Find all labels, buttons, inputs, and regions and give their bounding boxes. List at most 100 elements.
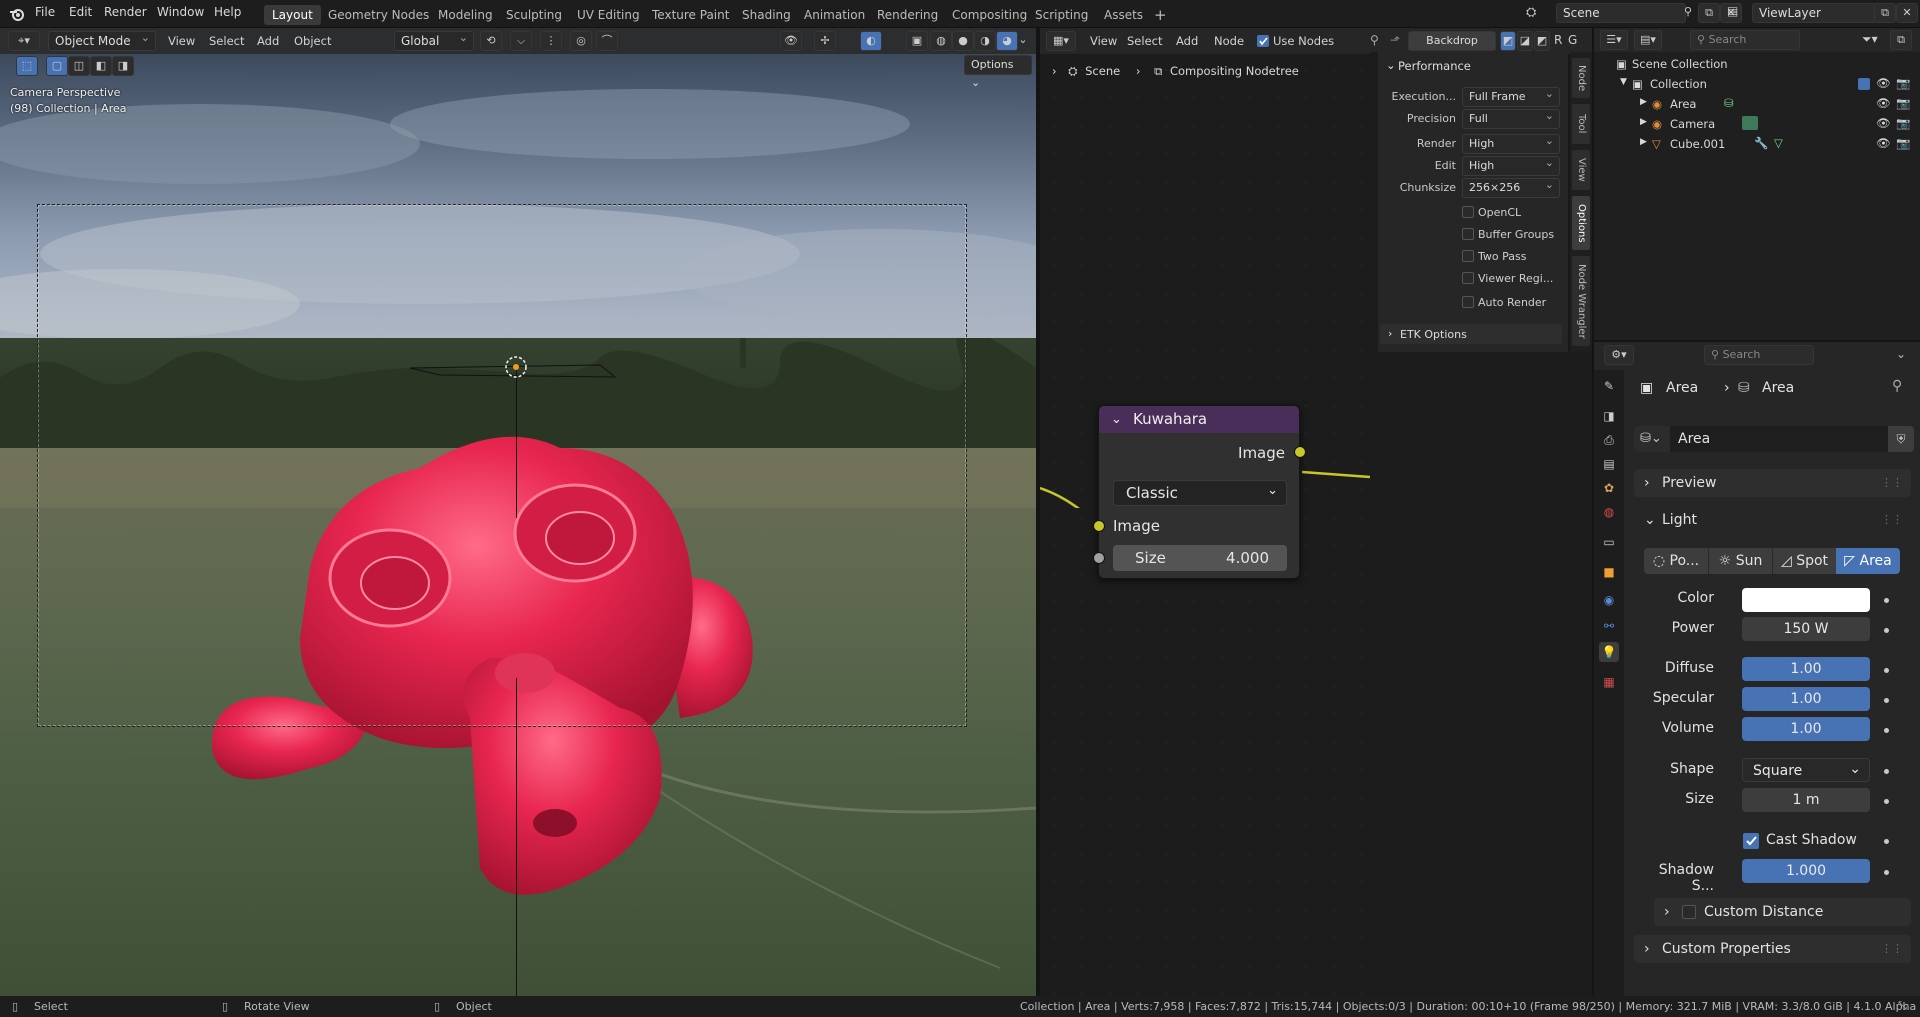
sidebar-tab-node-wrangler[interactable]: Node Wrangler — [1572, 256, 1590, 346]
select-new-icon[interactable]: ▢ — [46, 56, 68, 76]
node-collapse-chevron-icon[interactable]: ⌄ — [1111, 406, 1122, 433]
parent-node-tree-icon[interactable]: ⬏ — [1390, 33, 1400, 47]
keyframe-dot-icon[interactable] — [1884, 769, 1889, 774]
expand-icon[interactable]: ▶ — [1640, 97, 1647, 107]
expand-icon[interactable]: ▼ — [1620, 77, 1627, 87]
backdrop-toggle[interactable]: Backdrop — [1408, 31, 1496, 51]
keyframe-dot-icon[interactable] — [1884, 799, 1889, 804]
eye-icon[interactable]: 👁 — [1876, 76, 1891, 90]
outliner-row-collection[interactable]: ▼ ▣ Collection 👁 📷 — [1594, 74, 1920, 94]
camera-render-icon[interactable]: 📷 — [1896, 136, 1910, 150]
performance-panel-header[interactable]: ⌄ Performance — [1378, 56, 1564, 76]
pin-icon[interactable]: ⚲ — [1892, 378, 1902, 394]
cast-shadow-checkbox[interactable] — [1743, 833, 1759, 849]
output-image-socket[interactable] — [1294, 446, 1306, 458]
filter-icon[interactable]: ⏷▾ — [1862, 32, 1878, 47]
menu-render[interactable]: Render — [104, 5, 147, 19]
camera-data-icon[interactable] — [1742, 116, 1758, 130]
select-subtract-icon[interactable]: ◧ — [90, 56, 112, 76]
keyframe-dot-icon[interactable] — [1884, 628, 1889, 633]
tab-sculpting[interactable]: Sculpting — [498, 5, 570, 25]
light-data-tab-icon[interactable]: 💡 — [1599, 642, 1619, 662]
world-tab-icon[interactable]: ◍ — [1599, 502, 1619, 522]
scene-icon[interactable]: ⛭ — [1526, 5, 1536, 20]
opencl-checkbox[interactable] — [1462, 206, 1474, 218]
select-box-tool-icon[interactable]: ⬚ — [16, 56, 38, 76]
visibility-icon[interactable]: 👁 — [780, 31, 802, 51]
physics-tab-icon[interactable]: ◉ — [1599, 590, 1619, 610]
outliner-row-cube[interactable]: ▶ ▽ Cube.001 🔧 ▽ 👁 📷 — [1594, 134, 1920, 154]
view-layer-icon[interactable]: ▤ — [1727, 4, 1738, 18]
gizmo-icon[interactable]: ✢ — [814, 31, 836, 51]
outliner-search-input[interactable]: ⚲ Search — [1690, 30, 1800, 50]
wireframe-shading-icon[interactable]: ◍ — [930, 31, 952, 51]
output-tab-icon[interactable]: ⎙ — [1599, 430, 1619, 450]
xray-icon[interactable]: ▣ — [906, 31, 928, 51]
custom-properties-section-header[interactable]: › Custom Properties ⋮⋮ — [1634, 935, 1911, 963]
scene-selector[interactable]: Scene — [1556, 3, 1686, 23]
menu-help[interactable]: Help — [214, 5, 241, 19]
properties-options-chevron-icon[interactable]: ⌄ — [1896, 347, 1906, 361]
camera-render-icon[interactable]: 📷 — [1896, 76, 1910, 90]
collection-tab-icon[interactable]: ▭ — [1599, 532, 1619, 552]
mesh-data-icon[interactable]: ▽ — [1774, 136, 1783, 150]
new-view-layer-icon[interactable]: ⧉ — [1874, 3, 1896, 23]
eye-icon[interactable]: 👁 — [1876, 116, 1891, 130]
light-type-point[interactable]: ◌ Po... — [1644, 548, 1708, 574]
snap-icon[interactable]: ⌵ — [510, 31, 532, 51]
view-layer-selector[interactable]: ViewLayer — [1752, 3, 1876, 23]
tab-shading[interactable]: Shading — [734, 5, 799, 25]
node-menu-view[interactable]: View — [1090, 34, 1117, 48]
drag-handle-icon[interactable]: ⋮⋮ — [1881, 469, 1903, 497]
sidebar-tab-tool[interactable]: Tool — [1572, 104, 1590, 144]
tab-compositing[interactable]: Compositing — [944, 5, 1035, 25]
diffuse-field[interactable]: 1.00 — [1742, 657, 1870, 681]
menu-file[interactable]: File — [35, 5, 55, 19]
tab-scripting[interactable]: Scripting — [1027, 5, 1096, 25]
drag-handle-icon[interactable]: ⋮⋮ — [1881, 506, 1903, 534]
viewport-options-button[interactable]: Options ⌄ — [964, 55, 1032, 89]
light-data-icon[interactable]: ⛁ — [1724, 96, 1734, 110]
expand-icon[interactable]: ▶ — [1640, 137, 1647, 147]
new-scene-icon[interactable]: ⧉ — [1698, 3, 1720, 23]
render-tab-icon[interactable]: ◨ — [1599, 406, 1619, 426]
etk-options-panel-header[interactable]: › ETK Options — [1380, 324, 1562, 344]
eye-icon[interactable]: 👁 — [1876, 96, 1891, 110]
tab-texture-paint[interactable]: Texture Paint — [644, 5, 737, 25]
light-type-sun[interactable]: ☼ Sun — [1708, 548, 1772, 574]
input-image-socket[interactable] — [1093, 520, 1105, 532]
keyframe-dot-icon[interactable] — [1884, 870, 1889, 875]
viewport-menu-add[interactable]: Add — [257, 34, 279, 48]
tool-tab-icon[interactable]: ✎ — [1599, 376, 1619, 396]
node-editor-type-icon[interactable]: ▦▾ — [1046, 31, 1076, 51]
buffer-groups-checkbox[interactable] — [1462, 228, 1474, 240]
new-collection-icon[interactable]: ⧉ — [1890, 30, 1912, 50]
object-tab-icon[interactable]: ■ — [1599, 562, 1619, 582]
menu-window[interactable]: Window — [157, 5, 204, 19]
keyframe-dot-icon[interactable] — [1884, 668, 1889, 673]
tab-modeling[interactable]: Modeling — [430, 5, 501, 25]
color-swatch[interactable] — [1742, 588, 1870, 612]
texture-tab-icon[interactable]: ▦ — [1599, 672, 1619, 692]
pin-icon[interactable]: ⚲ — [1370, 33, 1379, 47]
expand-icon[interactable]: ▶ — [1640, 117, 1647, 127]
datablock-browse-icon[interactable]: ⛁⌄ — [1634, 426, 1670, 452]
camera-render-icon[interactable]: 📷 — [1896, 116, 1910, 130]
menu-edit[interactable]: Edit — [69, 5, 92, 19]
two-pass-checkbox[interactable] — [1462, 250, 1474, 262]
sidebar-tab-view[interactable]: View — [1572, 150, 1590, 190]
properties-editor[interactable]: ⚙▾ ⚲ Search ⌄ ✎ ◨ ⎙ ▤ ✿ ◍ ▭ ■ ◉ ⚯ 💡 ▦ ▣ … — [1594, 340, 1920, 998]
keyframe-dot-icon[interactable] — [1884, 698, 1889, 703]
snap-target-icon[interactable]: ⋮ — [540, 31, 562, 51]
shading-options-icon[interactable]: ⌄ — [1014, 31, 1032, 51]
scene-tab-icon[interactable]: ✿ — [1599, 478, 1619, 498]
datablock-name-field[interactable]: Area — [1670, 426, 1888, 452]
backdrop-alpha-icon[interactable]: ◩ — [1534, 31, 1550, 51]
tab-uv-editing[interactable]: UV Editing — [569, 5, 648, 25]
tab-rendering[interactable]: Rendering — [869, 5, 946, 25]
overlays-icon[interactable]: ◐ — [860, 31, 882, 51]
sidebar-tab-node[interactable]: Node — [1572, 58, 1590, 98]
viewport-menu-view[interactable]: View — [168, 34, 195, 48]
light-type-spot[interactable]: ◿ Spot — [1772, 548, 1836, 574]
breadcrumb-toggle-icon[interactable]: › — [1052, 64, 1057, 78]
